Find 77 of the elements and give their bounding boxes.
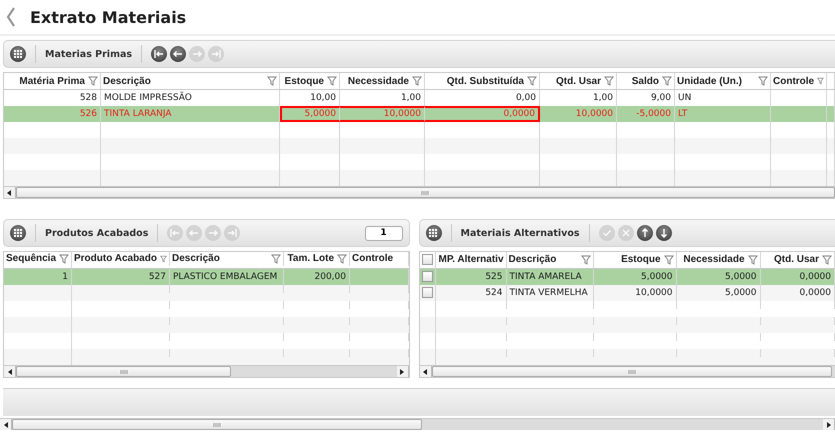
table-cell: 10,00 (280, 90, 340, 106)
grip-icon (213, 422, 221, 426)
panel-title: Produtos Acabados (45, 228, 148, 238)
horizontal-scrollbar[interactable] (4, 365, 409, 377)
table-cell: 1,00 (340, 90, 425, 106)
checkbox[interactable] (422, 287, 433, 298)
filter-icon[interactable] (748, 254, 758, 265)
filter-icon[interactable] (327, 76, 337, 86)
column-header[interactable]: Tam. Lote (288, 253, 334, 264)
filter-icon[interactable] (527, 76, 537, 86)
filter-icon[interactable] (758, 76, 768, 86)
scroll-left-icon[interactable] (4, 422, 8, 428)
filter-icon[interactable] (337, 254, 347, 264)
filter-icon[interactable] (412, 76, 422, 86)
table-row[interactable]: 524 TINTA VERMELHA 10,0000 5,0000 0,0000 (420, 285, 835, 301)
grip-icon (628, 370, 636, 374)
grid-icon (429, 228, 438, 238)
filter-icon[interactable] (59, 254, 69, 264)
scroll-left-icon[interactable] (423, 368, 428, 374)
grid-icon (14, 50, 22, 58)
column-header[interactable]: Matéria Prima (19, 76, 85, 86)
table-cell: 5,0000 (280, 106, 340, 122)
column-header[interactable]: Qtd. Usar (556, 76, 601, 86)
back-chevron-icon[interactable] (6, 7, 16, 27)
column-header[interactable]: Estoque (621, 254, 661, 266)
filter-icon[interactable] (267, 76, 277, 86)
column-header[interactable]: Necessidade (348, 76, 409, 86)
grip-icon (120, 370, 128, 374)
left-arrow-button[interactable] (170, 46, 186, 62)
column-header[interactable]: Qtd. Substituída (446, 76, 524, 86)
horizontal-scrollbar[interactable] (4, 186, 835, 198)
checkbox[interactable] (422, 271, 433, 282)
page-number[interactable]: 1 (364, 226, 403, 240)
column-header[interactable]: Sequência (6, 253, 56, 264)
filter-icon[interactable] (160, 254, 167, 264)
table-cell: 0,0000 (425, 106, 540, 122)
column-header[interactable]: Descrição (508, 254, 578, 266)
scroll-right-icon[interactable] (826, 422, 830, 428)
table-row[interactable]: 525 TINTA AMARELA 5,0000 5,0000 0,0000 (420, 269, 835, 285)
column-header[interactable]: Qtd. Usar (774, 254, 819, 266)
page-title: Extrato Materiais (30, 8, 186, 26)
column-header[interactable]: Estoque (284, 76, 324, 86)
grip-icon (421, 190, 430, 194)
column-header[interactable]: Produto Acabado (74, 253, 157, 264)
filter-icon[interactable] (604, 76, 614, 86)
filter-icon[interactable] (822, 254, 832, 265)
filter-icon[interactable] (580, 254, 591, 265)
filter-icon[interactable] (662, 76, 672, 86)
grid-menu-button[interactable] (10, 46, 26, 62)
horizontal-scrollbar[interactable] (0, 418, 835, 430)
scroll-left-icon[interactable] (8, 368, 12, 374)
scroll-left-icon[interactable] (7, 190, 12, 196)
checkbox[interactable] (422, 254, 433, 266)
column-header[interactable]: Controle (773, 76, 814, 86)
grid-menu-button[interactable] (10, 225, 26, 241)
down-arrow-button[interactable] (656, 225, 672, 241)
horizontal-scrollbar[interactable] (420, 365, 835, 377)
column-header[interactable]: Saldo (632, 76, 659, 86)
up-arrow-button[interactable] (636, 225, 653, 241)
column-header[interactable]: Unidade (Un.) (677, 76, 755, 86)
table-cell: 0,00 (425, 90, 540, 106)
table-row[interactable]: 1 527 PLASTICO EMBALAGEM 200,00 (4, 269, 409, 285)
column-header[interactable]: Descrição (103, 76, 264, 86)
panel-title: Materiais Alternativos (460, 228, 580, 238)
column-header[interactable]: Descrição (172, 253, 268, 264)
column-header[interactable]: MP. Alternativ (438, 254, 504, 266)
grid-icon (14, 228, 22, 238)
panel-title: Materias Primas (45, 48, 132, 60)
filter-icon[interactable] (271, 254, 281, 264)
column-header[interactable]: Necessidade (683, 254, 745, 266)
first-page-button[interactable] (151, 46, 168, 62)
scroll-right-icon[interactable] (400, 368, 404, 374)
grid-menu-button[interactable] (426, 225, 442, 241)
filter-icon[interactable] (664, 254, 674, 265)
column-header[interactable]: Controle (352, 253, 406, 264)
filter-icon[interactable] (88, 76, 98, 86)
filter-icon[interactable] (817, 76, 824, 86)
